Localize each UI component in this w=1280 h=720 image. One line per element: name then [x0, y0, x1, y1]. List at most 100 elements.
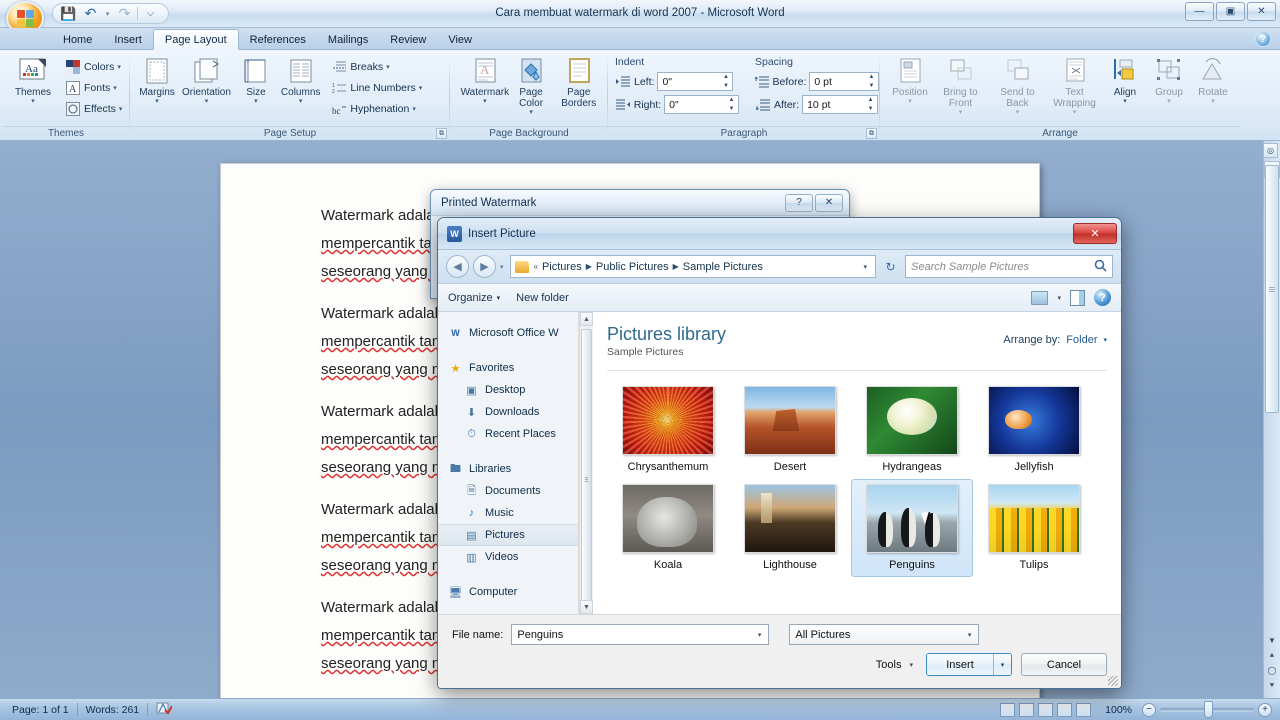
undo-icon[interactable]: ↶	[81, 5, 100, 22]
size-button[interactable]: Size ▾	[234, 54, 278, 106]
theme-fonts-button[interactable]: A Fonts ▾	[63, 77, 124, 98]
word-count[interactable]: Words: 261	[78, 704, 148, 716]
nav-pane-item-recent-places[interactable]: ⏱ Recent Places	[438, 423, 593, 445]
tab-review[interactable]: Review	[379, 29, 437, 50]
indent-right-input[interactable]: 0" ▲ ▼	[664, 95, 739, 114]
bring-to-front-button[interactable]: Bring to Front ▾	[932, 54, 989, 117]
minimize-button[interactable]: —	[1185, 2, 1214, 21]
outline-view-button[interactable]	[1057, 702, 1073, 717]
nav-pane-item-microsoft-office-w[interactable]: W Microsoft Office W	[438, 322, 593, 344]
file-item[interactable]: Desert	[729, 381, 851, 479]
tools-button[interactable]: Tools ▾	[876, 659, 913, 671]
resize-grip[interactable]	[1108, 676, 1118, 686]
breadcrumb-public-pictures[interactable]: Public Pictures	[593, 261, 672, 273]
cancel-button[interactable]: Cancel	[1021, 653, 1107, 676]
margins-button[interactable]: Margins ▾	[135, 54, 179, 106]
nav-pane-item-computer[interactable]: 🖥 Computer	[438, 581, 593, 603]
spacing-after-spinner[interactable]: ▲ ▼	[866, 97, 875, 112]
organize-button[interactable]: Organize ▾	[448, 292, 500, 304]
insert-button[interactable]: Insert	[927, 654, 993, 675]
nav-scroll-up-button[interactable]: ▲	[580, 312, 593, 326]
nav-pane-item-favorites[interactable]: ★ Favorites	[438, 357, 593, 379]
spacing-after-input[interactable]: 10 pt ▲ ▼	[802, 95, 879, 114]
file-item[interactable]: Tulips	[973, 479, 1095, 577]
theme-effects-button[interactable]: Effects ▾	[63, 98, 124, 119]
draft-view-button[interactable]	[1076, 702, 1092, 717]
tab-insert[interactable]: Insert	[103, 29, 153, 50]
nav-pane-item-documents[interactable]: 🗎 Documents	[438, 480, 593, 502]
restore-button[interactable]: ▣	[1216, 2, 1245, 21]
nav-pane-scrollbar[interactable]: ▲ ▼	[579, 312, 593, 614]
rotate-button[interactable]: Rotate ▾	[1191, 54, 1235, 106]
nav-pane-item-desktop[interactable]: ▣ Desktop	[438, 379, 593, 401]
spacing-before-spinner[interactable]: ▲ ▼	[867, 74, 876, 89]
text-wrapping-button[interactable]: Text Wrapping ▾	[1046, 54, 1103, 117]
scroll-thumb[interactable]	[1265, 165, 1279, 413]
zoom-level[interactable]: 100%	[1095, 704, 1138, 716]
nav-pane-item-pictures[interactable]: ▤ Pictures	[438, 524, 593, 546]
file-name-caret-icon[interactable]: ▾	[753, 631, 767, 639]
full-screen-reading-button[interactable]	[1019, 702, 1035, 717]
redo-icon[interactable]: ↷	[115, 5, 134, 22]
printed-watermark-title-bar[interactable]: Printed Watermark ? ✕	[431, 190, 849, 216]
align-button[interactable]: Align ▾	[1103, 54, 1147, 106]
document-vertical-scrollbar[interactable]: ◎ ▲ ▼ ⯅ ◯ ⯆	[1263, 141, 1280, 698]
send-to-back-button[interactable]: Send to Back ▾	[989, 54, 1046, 117]
refresh-icon[interactable]: ↻	[880, 255, 901, 278]
themes-button[interactable]: Aa Themes ▾	[7, 54, 59, 106]
indent-right-spinner[interactable]: ▲ ▼	[727, 97, 736, 112]
zoom-in-button[interactable]: +	[1258, 702, 1272, 717]
indent-left-input[interactable]: 0" ▲ ▼	[657, 72, 734, 91]
file-type-caret-icon[interactable]: ▾	[963, 631, 977, 639]
close-button[interactable]: ✕	[1247, 2, 1276, 21]
browse-object-button[interactable]: ◯	[1265, 663, 1279, 678]
page-borders-button[interactable]: Page Borders	[555, 54, 603, 110]
line-numbers-button[interactable]: 12 Line Numbers ▾	[329, 77, 424, 98]
tab-references[interactable]: References	[239, 29, 317, 50]
new-folder-button[interactable]: New folder	[516, 292, 569, 304]
back-button[interactable]: ◀	[446, 255, 469, 278]
paragraph-dialog-launcher[interactable]: ⧉	[866, 128, 877, 139]
recent-locations-caret-icon[interactable]: ▾	[500, 263, 504, 271]
undo-dropdown-icon[interactable]: ▾	[103, 5, 112, 22]
file-name-input[interactable]: Penguins ▾	[511, 624, 770, 645]
zoom-slider[interactable]	[1160, 700, 1254, 718]
nav-scroll-down-button[interactable]: ▼	[580, 600, 593, 614]
customize-qat-icon[interactable]: ⌵	[141, 5, 160, 22]
zoom-slider-thumb[interactable]	[1204, 700, 1213, 718]
save-icon[interactable]: 💾	[59, 5, 78, 22]
page-setup-dialog-launcher[interactable]: ⧉	[436, 128, 447, 139]
help-icon[interactable]: ?	[1094, 289, 1111, 306]
printed-watermark-help-button[interactable]: ?	[785, 193, 813, 212]
arrange-by-control[interactable]: Arrange by: Folder ▾	[1003, 334, 1107, 346]
insert-picture-title-bar[interactable]: W Insert Picture ✕	[438, 218, 1121, 250]
file-item[interactable]: Hydrangeas	[851, 381, 973, 479]
address-bar[interactable]: « Pictures ▶ Public Pictures ▶ Sample Pi…	[509, 255, 876, 278]
spacing-before-input[interactable]: 0 pt ▲ ▼	[809, 72, 879, 91]
print-layout-view-button[interactable]	[1000, 702, 1016, 717]
orientation-button[interactable]: Orientation ▾	[179, 54, 234, 106]
change-view-icon[interactable]	[1031, 290, 1049, 305]
nav-pane-item-music[interactable]: ♪ Music	[438, 502, 593, 524]
zoom-out-button[interactable]: −	[1142, 702, 1156, 717]
page-color-button[interactable]: Page Color ▾	[508, 54, 555, 117]
scroll-down-button[interactable]: ▼	[1265, 633, 1279, 648]
page-indicator[interactable]: Page: 1 of 1	[4, 704, 77, 716]
breaks-button[interactable]: Breaks ▾	[329, 56, 424, 77]
web-layout-view-button[interactable]	[1038, 702, 1054, 717]
breadcrumb-sample-pictures[interactable]: Sample Pictures	[680, 261, 766, 273]
hyphenation-button[interactable]: bc Hyphenation ▾	[329, 98, 424, 119]
tab-view[interactable]: View	[437, 29, 483, 50]
file-type-select[interactable]: All Pictures ▾	[789, 624, 980, 645]
watermark-button[interactable]: A Watermark ▾	[461, 54, 509, 106]
tab-page-layout[interactable]: Page Layout	[152, 29, 239, 50]
file-item[interactable]: Jellyfish	[973, 381, 1095, 479]
file-item[interactable]: Chrysanthemum	[607, 381, 729, 479]
insert-picture-close-button[interactable]: ✕	[1073, 223, 1117, 244]
indent-left-spinner[interactable]: ▲ ▼	[721, 74, 730, 89]
position-button[interactable]: Position ▾	[888, 54, 932, 106]
previous-page-button[interactable]: ⯅	[1265, 648, 1279, 663]
tab-mailings[interactable]: Mailings	[317, 29, 379, 50]
file-item[interactable]: Lighthouse	[729, 479, 851, 577]
nav-pane-item-downloads[interactable]: ⬇ Downloads	[438, 401, 593, 423]
